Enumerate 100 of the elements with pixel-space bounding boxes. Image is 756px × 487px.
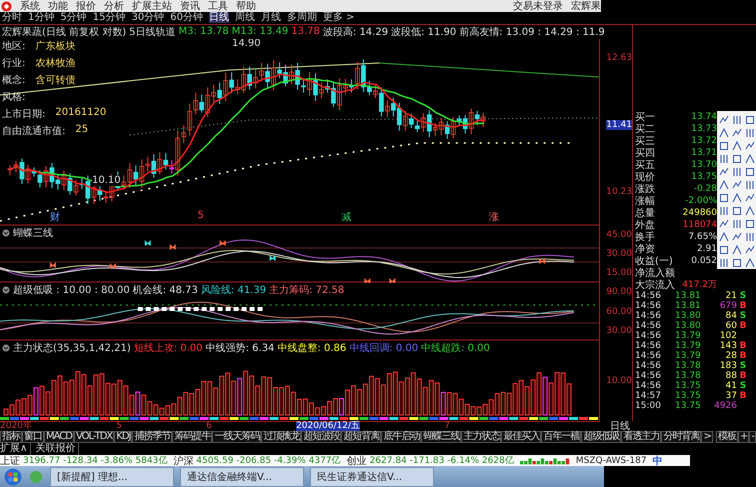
indicator-tab[interactable]: 一线天筹码	[212, 430, 262, 443]
event-marker[interactable]: 涨	[469, 210, 520, 224]
drawing-tool-icon[interactable]	[732, 128, 742, 138]
tick-price: 13.81	[675, 290, 702, 301]
drawing-tool-icon[interactable]	[745, 166, 755, 177]
quote-value: 13.73	[690, 124, 717, 134]
drawing-tool-icon[interactable]	[745, 232, 755, 242]
menu-item[interactable]: 扩展主站	[132, 0, 172, 13]
drawing-tool-icon[interactable]	[732, 232, 742, 242]
drawing-tool-icon[interactable]	[719, 180, 729, 190]
indicator-tab[interactable]: 窗口	[22, 430, 44, 443]
period-tab[interactable]: 60分钟	[170, 12, 203, 24]
drawing-tool-icon[interactable]	[719, 258, 729, 268]
indicator-tab[interactable]: 主力状态	[461, 430, 502, 443]
indicator-tab[interactable]: 超级低吸	[581, 430, 622, 443]
indicator-tab[interactable]: KDJ	[114, 430, 132, 443]
drawing-tool-icon[interactable]	[719, 114, 729, 125]
drawing-tool-icon[interactable]	[745, 128, 755, 138]
event-marker[interactable]: 财	[30, 210, 80, 224]
event-marker[interactable]: 减	[321, 210, 372, 224]
indicator-tab[interactable]: 超短波段	[301, 430, 342, 443]
drawing-tool-icon[interactable]	[732, 192, 742, 203]
period-tab[interactable]: 月线	[260, 12, 281, 24]
drawing-tool-icon[interactable]	[745, 180, 755, 190]
indicator-tab[interactable]: 超短背离	[341, 430, 382, 443]
drawing-tool-icon[interactable]	[745, 218, 755, 229]
drawing-tool-icon[interactable]	[745, 244, 755, 255]
period-tab[interactable]: 15分钟	[92, 12, 126, 24]
drawing-tool-icon[interactable]	[732, 140, 742, 151]
drawing-tool-icon[interactable]	[732, 166, 742, 177]
drawing-tool-icon[interactable]	[745, 154, 755, 164]
menu-item[interactable]: 分析	[104, 0, 124, 13]
drawing-tool-icon[interactable]	[719, 192, 729, 203]
event-marker[interactable]: 5	[178, 210, 224, 224]
drawing-tool-icon[interactable]	[719, 140, 729, 151]
drawing-tool-icon[interactable]	[732, 154, 742, 164]
drawing-tool-icon[interactable]	[719, 232, 729, 242]
drawing-tool-icon[interactable]	[719, 128, 729, 138]
drawing-tool-icon[interactable]	[732, 206, 742, 216]
drawing-tool-icon[interactable]	[732, 258, 742, 268]
indicator-tab[interactable]: MACD	[44, 430, 74, 443]
menu-item[interactable]: 报价	[76, 0, 96, 13]
indicator-name[interactable]: 蝴蝶三线	[13, 226, 53, 240]
menu-item[interactable]: 工具	[208, 0, 228, 13]
drawing-tool-icon[interactable]	[732, 244, 742, 255]
period-tab[interactable]: 日线	[208, 12, 229, 24]
drawing-tool-icon[interactable]	[745, 258, 755, 268]
taskbar-window[interactable]: [新提醒] 理想...	[50, 466, 174, 487]
taskbar-window[interactable]: 通达信金融终端V...	[180, 466, 304, 487]
drawing-tool-icon[interactable]	[719, 154, 729, 164]
collapse-icon[interactable]	[2, 286, 10, 294]
indicator-tab[interactable]: VOL-TDX	[74, 430, 114, 443]
menu-item[interactable]: 帮助	[236, 0, 256, 13]
indicator-tab[interactable]: 分时背离	[661, 430, 702, 443]
drawing-tool-icon[interactable]	[745, 140, 755, 151]
period-tab[interactable]: 5分钟	[60, 12, 87, 24]
menu-item[interactable]: 功能	[48, 0, 68, 13]
period-tab[interactable]: 周线	[234, 12, 255, 24]
indicator-tab[interactable]: 捕捞季节	[132, 430, 172, 443]
template-button[interactable]: -	[749, 430, 756, 443]
period-tab[interactable]: 多周期	[286, 12, 317, 24]
period-tab[interactable]: 分时	[2, 12, 22, 24]
indicator-name[interactable]: 5日线轨道	[129, 24, 176, 39]
tick-volume: 28	[724, 350, 737, 361]
tick-volume: 4926	[713, 400, 737, 411]
template-button[interactable]: +	[738, 430, 750, 443]
indicator-tab[interactable]: >	[701, 430, 713, 443]
input-method-indicator[interactable]: 中	[652, 454, 663, 466]
period-tab[interactable]: 30分钟	[131, 12, 164, 24]
period-tab[interactable]: 更多 >	[322, 12, 355, 24]
indicator-tab[interactable]: 看透主力	[621, 430, 662, 443]
drawing-tool-icon[interactable]	[719, 206, 729, 216]
quote-label: 收益(一)	[635, 254, 674, 268]
indicator-tab[interactable]: 百年一樯	[541, 430, 582, 443]
indicator-tab[interactable]: 底牛启动	[381, 430, 422, 443]
drawing-tool-icon[interactable]	[745, 206, 755, 216]
drawing-tool-icon[interactable]	[745, 192, 755, 203]
drawing-tool-icon[interactable]	[732, 180, 742, 190]
indicator-tab[interactable]: 最佳买入	[501, 430, 542, 443]
drawing-tool-icon[interactable]	[719, 218, 729, 229]
drawing-tool-icon[interactable]	[719, 244, 729, 255]
indicator-name[interactable]: 主力状态(35,35,1,42,21)	[13, 340, 131, 355]
login-status[interactable]: 交易未登录	[513, 0, 563, 13]
indicator-tab[interactable]: 指标	[0, 430, 22, 443]
menu-item[interactable]: 系统	[20, 0, 40, 13]
menu-item[interactable]: 资讯	[180, 0, 200, 13]
collapse-icon[interactable]	[2, 344, 10, 352]
indicator-tab[interactable]: 蝴蝶三线	[421, 430, 462, 443]
drawing-tool-icon[interactable]	[732, 114, 742, 125]
indicator-tab[interactable]: 筹码提牛	[172, 430, 212, 443]
period-tab[interactable]: 1分钟	[28, 12, 54, 24]
start-button-icon[interactable]	[4, 468, 22, 486]
indicator-tab[interactable]: 过顶擒龙	[261, 430, 302, 443]
drawing-tool-icon[interactable]	[745, 114, 755, 125]
taskbar-window[interactable]: 民生证券通达信V...	[310, 466, 434, 487]
collapse-icon[interactable]	[2, 228, 10, 237]
template-button[interactable]: 模板	[716, 430, 738, 443]
indicator-name[interactable]: 超级低吸 : 10.00 : 80.00	[13, 282, 130, 297]
drawing-tool-icon[interactable]	[719, 166, 729, 177]
drawing-tool-icon[interactable]	[732, 218, 742, 229]
